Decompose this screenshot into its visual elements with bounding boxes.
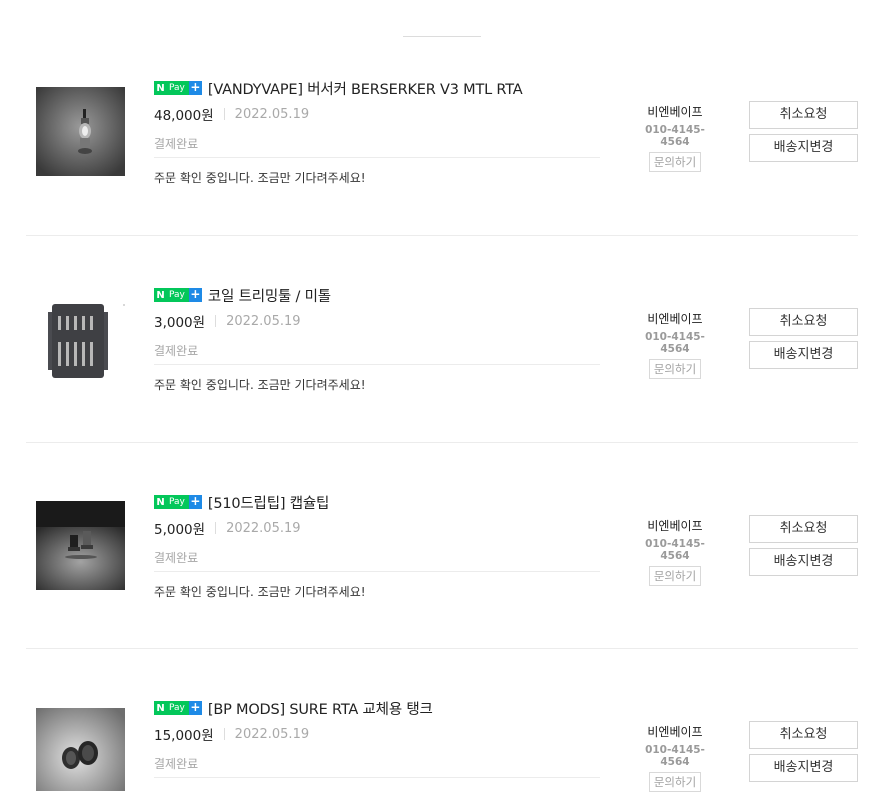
npay-pay-label: Pay [167, 288, 189, 302]
divider [154, 364, 600, 365]
product-price: 5,000원 [154, 522, 206, 538]
product-title-row: N Pay + [BP MODS] SURE RTA 교체용 탱크 [154, 698, 433, 718]
product-thumbnail[interactable] [36, 294, 125, 383]
order-item: N Pay + 코일 트리밍툴 / 미톨 3,000원 2022.05.19 결… [0, 285, 875, 492]
inquiry-button[interactable]: 문의하기 [648, 566, 702, 586]
order-message: 주문 확인 중입니다. 조금만 기다려주세요! [154, 378, 366, 392]
order-item: N Pay + [BP MODS] SURE RTA 교체용 탱크 15,000… [0, 698, 875, 792]
divider [154, 157, 600, 158]
npay-plus-badge: N Pay + [154, 81, 202, 95]
seller-name: 비엔베이프 [647, 105, 703, 119]
inquiry-button[interactable]: 문의하기 [648, 772, 702, 792]
order-status: 결제완료 [154, 137, 199, 151]
separator [223, 108, 225, 120]
cancel-request-button[interactable]: 취소요청 [749, 308, 858, 336]
inquiry-button[interactable]: 문의하기 [648, 359, 702, 379]
separator [223, 728, 225, 740]
inquiry-button[interactable]: 문의하기 [648, 152, 702, 172]
product-thumbnail[interactable] [36, 501, 125, 590]
npay-plus-badge: N Pay + [154, 288, 202, 302]
npay-plus-badge: N Pay + [154, 701, 202, 715]
order-date: 2022.05.19 [226, 313, 301, 329]
cancel-request-button[interactable]: 취소요청 [749, 721, 858, 749]
order-status: 결제완료 [154, 551, 199, 565]
npay-n-icon: N [154, 81, 167, 95]
npay-pay-label: Pay [167, 81, 189, 95]
seller-phone: 010-4145-4564 [645, 331, 705, 355]
product-price: 15,000원 [154, 728, 214, 744]
product-title[interactable]: [BP MODS] SURE RTA 교체용 탱크 [208, 698, 433, 719]
product-thumbnail[interactable] [36, 87, 125, 176]
plus-icon: + [188, 80, 202, 95]
seller-phone: 010-4145-4564 [645, 124, 705, 148]
price-row: 15,000원 2022.05.19 [154, 725, 310, 745]
npay-n-icon: N [154, 701, 167, 715]
change-address-button[interactable]: 배송지변경 [749, 548, 858, 576]
seller-phone: 010-4145-4564 [645, 744, 705, 768]
order-status: 결제완료 [154, 757, 199, 771]
price-row: 3,000원 2022.05.19 [154, 312, 301, 332]
product-title-row: N Pay + 코일 트리밍툴 / 미톨 [154, 285, 331, 305]
seller-info: 비엔베이프 010-4145-4564 문의하기 [632, 723, 718, 792]
seller-info: 비엔베이프 010-4145-4564 문의하기 [632, 103, 718, 172]
order-status: 결제완료 [154, 344, 199, 358]
seller-info: 비엔베이프 010-4145-4564 문의하기 [632, 517, 718, 586]
change-address-button[interactable]: 배송지변경 [749, 134, 858, 162]
separator [215, 522, 217, 534]
seller-info: 비엔베이프 010-4145-4564 문의하기 [632, 310, 718, 379]
seller-name: 비엔베이프 [647, 725, 703, 739]
seller-phone: 010-4145-4564 [645, 538, 705, 562]
order-item: N Pay + [510드립팁] 캡슐팁 5,000원 2022.05.19 결… [0, 492, 875, 699]
price-row: 5,000원 2022.05.19 [154, 519, 301, 539]
npay-n-icon: N [154, 495, 167, 509]
plus-icon: + [188, 700, 202, 715]
order-separator [26, 648, 858, 649]
npay-pay-label: Pay [167, 701, 189, 715]
order-message: 주문 확인 중입니다. 조금만 기다려주세요! [154, 171, 366, 185]
seller-name: 비엔베이프 [647, 519, 703, 533]
cancel-request-button[interactable]: 취소요청 [749, 101, 858, 129]
product-price: 48,000원 [154, 108, 214, 124]
plus-icon: + [188, 287, 202, 302]
product-title[interactable]: [510드립팁] 캡슐팁 [208, 492, 329, 513]
product-title-row: N Pay + [510드립팁] 캡슐팁 [154, 492, 329, 512]
order-date: 2022.05.19 [226, 520, 301, 536]
change-address-button[interactable]: 배송지변경 [749, 754, 858, 782]
cancel-request-button[interactable]: 취소요청 [749, 515, 858, 543]
order-separator [26, 235, 858, 236]
change-address-button[interactable]: 배송지변경 [749, 341, 858, 369]
divider [154, 777, 600, 778]
product-price: 3,000원 [154, 315, 206, 331]
product-title[interactable]: [VANDYVAPE] 버서커 BERSERKER V3 MTL RTA [208, 78, 523, 99]
plus-icon: + [188, 494, 202, 509]
order-separator [26, 442, 858, 443]
product-title-row: N Pay + [VANDYVAPE] 버서커 BERSERKER V3 MTL… [154, 78, 523, 98]
npay-plus-badge: N Pay + [154, 495, 202, 509]
npay-pay-label: Pay [167, 495, 189, 509]
order-date: 2022.05.19 [234, 106, 310, 122]
price-row: 48,000원 2022.05.19 [154, 105, 310, 125]
separator [215, 315, 217, 327]
order-message: 주문 확인 중입니다. 조금만 기다려주세요! [154, 585, 366, 599]
product-title[interactable]: 코일 트리밍툴 / 미톨 [208, 285, 331, 306]
order-date: 2022.05.19 [234, 726, 310, 742]
top-divider [403, 36, 481, 37]
divider [154, 571, 600, 572]
npay-n-icon: N [154, 288, 167, 302]
product-thumbnail[interactable] [36, 708, 125, 791]
seller-name: 비엔베이프 [647, 312, 703, 326]
order-item: N Pay + [VANDYVAPE] 버서커 BERSERKER V3 MTL… [0, 78, 875, 285]
